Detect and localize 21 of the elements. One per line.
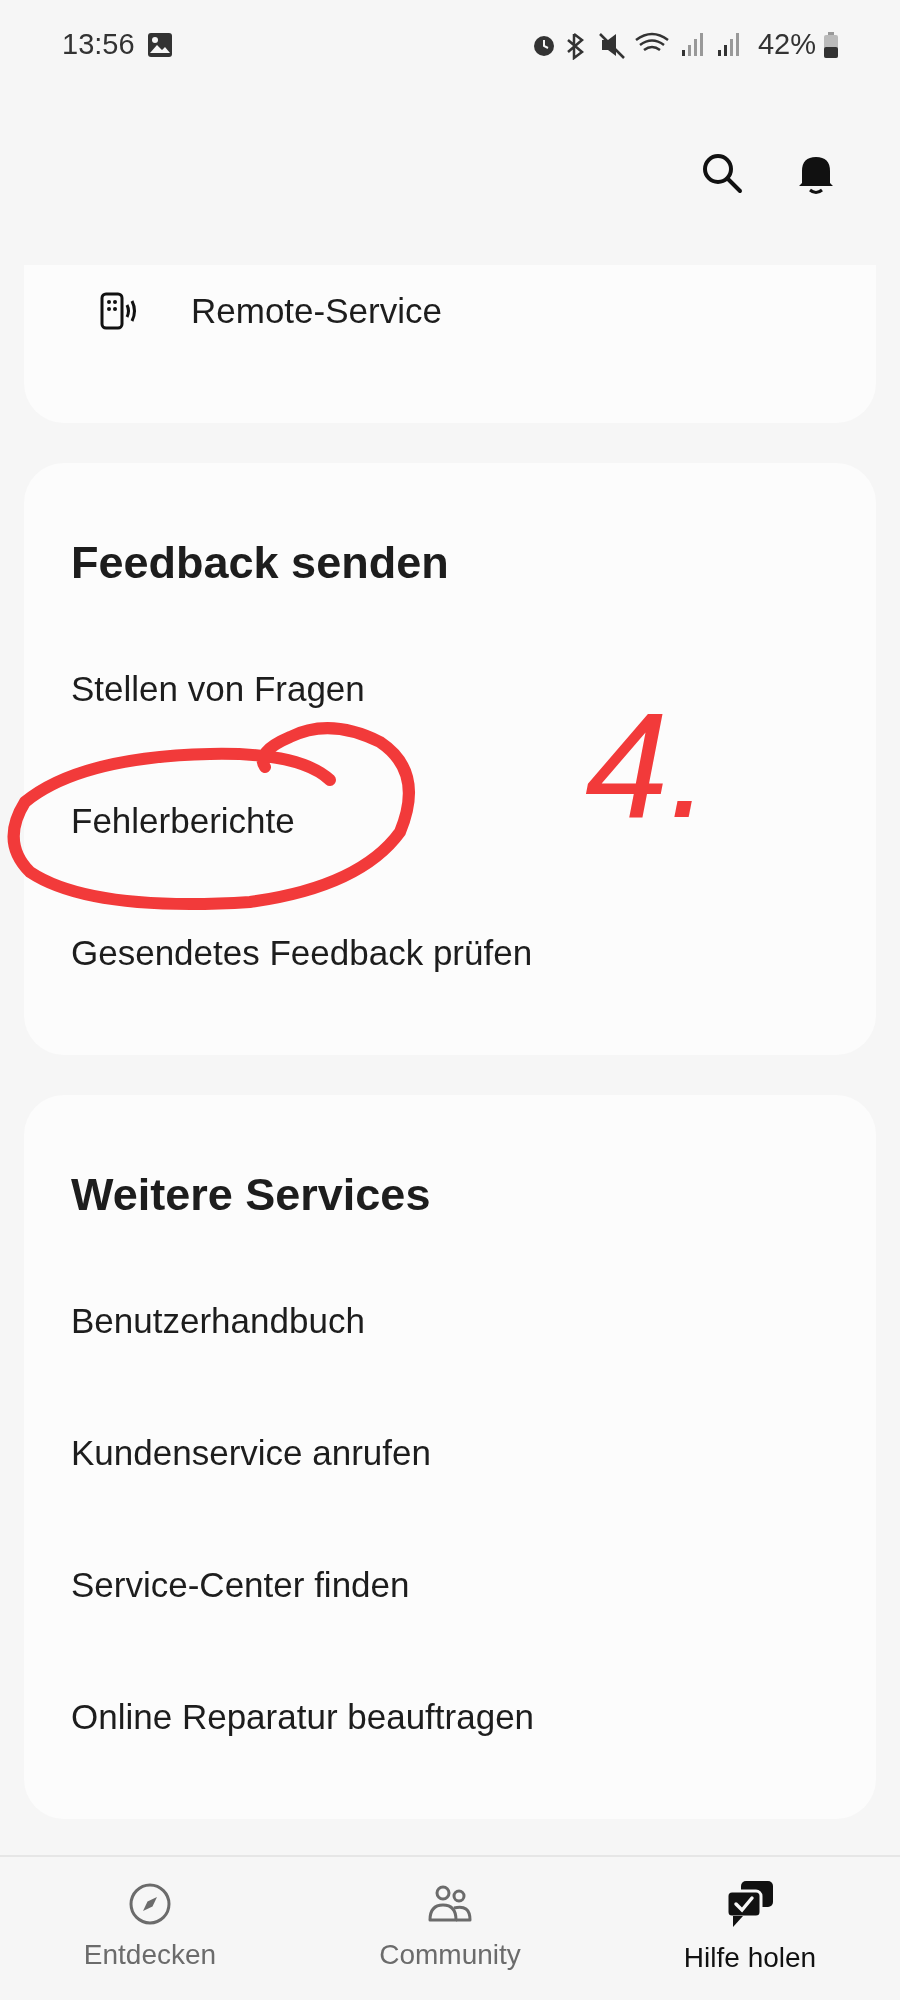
nav-tab[interactable]: Hilfe holen [600, 1857, 900, 2000]
menu-item[interactable]: Stellen von Fragen [71, 662, 365, 716]
status-time: 13:56 [62, 27, 135, 63]
compass-icon [128, 1881, 172, 1926]
menu-item[interactable]: Online Reparatur beauftragen [71, 1690, 535, 1744]
menu-item[interactable]: Gesendetes Feedback prüfen [71, 926, 533, 980]
menu-item[interactable]: Service-Center finden [71, 1558, 410, 1612]
annotation-number: 4. [585, 690, 711, 840]
nav-tab[interactable]: Entdecken [0, 1857, 300, 2000]
section-title: Weitere Services [71, 1168, 431, 1223]
menu-item[interactable]: Kundenservice anrufen [71, 1426, 431, 1480]
menu-item[interactable]: Benutzerhandbuch [71, 1294, 365, 1348]
remote-icon [99, 291, 139, 331]
nav-tab[interactable]: Community [300, 1857, 600, 2000]
battery-icon [824, 32, 838, 58]
menu-item[interactable]: Remote-Service [191, 284, 442, 338]
menu-item[interactable]: Fehlerberichte [71, 794, 295, 848]
battery-percent: 42% [757, 27, 816, 63]
image-icon [146, 32, 173, 58]
chat-check-icon [725, 1878, 775, 1929]
section-title: Feedback senden [71, 536, 449, 591]
